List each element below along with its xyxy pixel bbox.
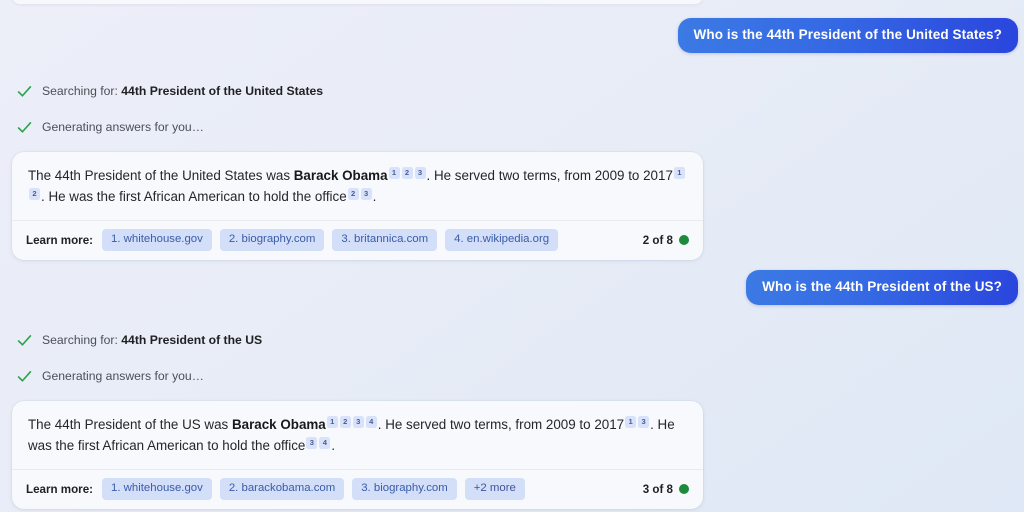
citation-chip[interactable]: 3 [352, 416, 364, 428]
status-prefix: Searching for: [42, 83, 122, 98]
source-chip-biography[interactable]: 3. biography.com [352, 478, 457, 500]
status-dot-icon [679, 235, 689, 246]
status-label-searching-1: Searching for: 44th President of the Uni… [42, 83, 324, 98]
citation-chip[interactable]: 3 [306, 437, 318, 449]
user-message-row-2: Who is the 44th President of the US? [746, 270, 1018, 305]
answer-card-1: The 44th President of the United States … [12, 152, 703, 260]
conversation-thread: Who is the 44th President of the United … [0, 0, 1024, 512]
status-row-generating-2: Generating answers for you… [16, 368, 204, 385]
citation-chip[interactable]: 2 [339, 416, 351, 428]
answer-count-text: 3 of 8 [642, 482, 673, 496]
check-icon [17, 371, 32, 382]
answer-text-2: The 44th President of the US was Barack … [12, 401, 703, 469]
answer-footer-2: Learn more: 1. whitehouse.gov 2. baracko… [12, 469, 703, 509]
citation-chip[interactable]: 2 [347, 188, 359, 200]
answer-counter-2: 3 of 8 [643, 483, 689, 496]
status-row-searching-2: Searching for: 44th President of the US [16, 332, 262, 349]
status-prefix: Searching for: [42, 332, 122, 347]
answer-counter-1: 2 of 8 [643, 234, 689, 247]
status-label-searching-2: Searching for: 44th President of the US [42, 332, 263, 347]
source-chip-biography[interactable]: 2. biography.com [219, 229, 325, 251]
citation-chip[interactable]: 4 [365, 416, 377, 428]
answer-entity: Barack Obama [231, 417, 326, 432]
answer-segment: . He served two terms, from 2009 to 2017 [426, 168, 673, 183]
citation-chip[interactable]: 1 [388, 167, 400, 179]
answer-segment: . [372, 189, 377, 205]
citation-chip[interactable]: 4 [319, 437, 331, 449]
citation-chip[interactable]: 3 [638, 416, 650, 428]
citation-chip[interactable]: 1 [326, 416, 338, 428]
source-chip-whitehouse[interactable]: 1. whitehouse.gov [102, 478, 212, 500]
check-icon [17, 335, 32, 346]
check-icon [17, 122, 32, 133]
citation-chip[interactable]: 1 [673, 167, 685, 179]
answer-segment: The 44th President of the US was [28, 417, 232, 432]
source-chip-wikipedia[interactable]: 4. en.wikipedia.org [445, 229, 559, 251]
answer-segment: . He served two terms, from 2009 to 2017 [377, 417, 625, 432]
search-query: 44th President of the United States [121, 83, 324, 98]
answer-count-text: 2 of 8 [642, 233, 673, 247]
status-dot-icon [679, 484, 689, 495]
answer-card-2: The 44th President of the US was Barack … [12, 401, 703, 509]
source-chip-whitehouse[interactable]: 1. whitehouse.gov [102, 229, 212, 251]
user-message-bubble-2[interactable]: Who is the 44th President of the US? [746, 270, 1018, 305]
learn-more-label: Learn more: [26, 482, 94, 496]
status-row-searching-1: Searching for: 44th President of the Uni… [16, 83, 323, 100]
citation-chip[interactable]: 1 [625, 416, 637, 428]
citation-chip[interactable]: 3 [414, 167, 426, 179]
answer-footer-1: Learn more: 1. whitehouse.gov 2. biograp… [12, 220, 703, 260]
search-query: 44th President of the US [121, 332, 263, 347]
answer-segment: The 44th President of the United States … [28, 168, 294, 183]
answer-entity: Barack Obama [293, 168, 388, 183]
answer-text-1: The 44th President of the United States … [12, 152, 703, 220]
citation-chip[interactable]: 3 [360, 188, 372, 200]
check-icon [17, 86, 32, 97]
source-chip-more[interactable]: +2 more [464, 478, 525, 500]
answer-segment: . He was the first African American to h… [41, 189, 347, 205]
status-label-generating-1: Generating answers for you… [42, 119, 204, 134]
source-chip-barackobama[interactable]: 2. barackobama.com [219, 478, 345, 500]
citation-chip[interactable]: 2 [401, 167, 413, 179]
previous-answer-card-partial [12, 0, 703, 4]
answer-segment: . [331, 438, 336, 454]
citation-chip[interactable]: 2 [29, 188, 40, 200]
learn-more-label: Learn more: [26, 233, 94, 247]
status-row-generating-1: Generating answers for you… [16, 119, 204, 136]
user-message-bubble-1[interactable]: Who is the 44th President of the United … [677, 18, 1018, 53]
user-message-row-1: Who is the 44th President of the United … [677, 18, 1018, 53]
status-label-generating-2: Generating answers for you… [42, 368, 204, 383]
source-chip-britannica[interactable]: 3. britannica.com [332, 229, 438, 251]
